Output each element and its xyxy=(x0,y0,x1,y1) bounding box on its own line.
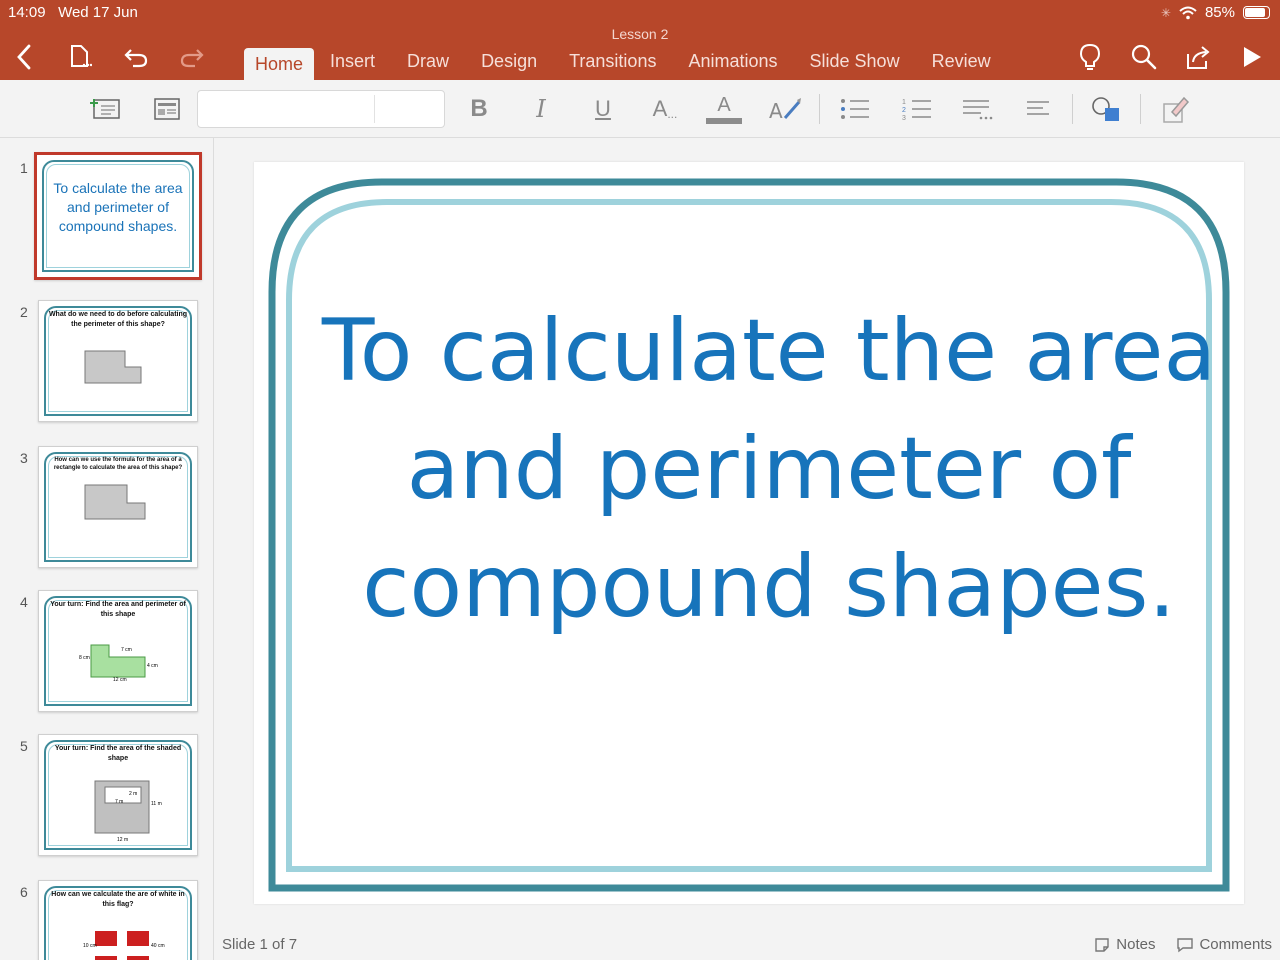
dimension-label: 2 m xyxy=(129,791,138,797)
tab-design[interactable]: Design xyxy=(465,48,553,80)
bullets-icon[interactable] xyxy=(838,92,872,126)
font-size-divider xyxy=(374,95,375,123)
toolbar-divider-3 xyxy=(1140,94,1141,124)
battery-icon xyxy=(1243,6,1270,19)
slide-thumbnail-1[interactable]: To calculate the area and perimeter of c… xyxy=(34,152,202,280)
notes-label: Notes xyxy=(1116,936,1156,953)
numbering-icon[interactable]: 123 xyxy=(900,92,934,126)
tab-animations[interactable]: Animations xyxy=(672,48,793,80)
activity-icon: ✳ xyxy=(1160,5,1171,20)
thumbnail-title: To calculate the area and perimeter of c… xyxy=(53,180,183,234)
thumbnail-title: What do we need to do before calculating… xyxy=(48,311,188,328)
font-selector[interactable] xyxy=(197,90,445,128)
underline-button[interactable]: U xyxy=(588,92,618,126)
tab-insert[interactable]: Insert xyxy=(314,48,391,80)
slide-number: 4 xyxy=(20,594,28,610)
align-left-icon[interactable] xyxy=(1022,92,1054,126)
wifi-icon xyxy=(1179,6,1197,19)
svg-text:3: 3 xyxy=(902,115,906,121)
font-color-button[interactable]: A xyxy=(706,92,742,126)
svg-text:2: 2 xyxy=(902,107,906,114)
flag-shape xyxy=(95,931,149,960)
slide-thumbnail-6[interactable]: How can we calculate the are of white in… xyxy=(38,880,198,960)
slide-thumbnails-panel[interactable]: 1 To calculate the area and perimeter of… xyxy=(0,138,214,960)
compound-shape xyxy=(84,484,146,520)
clear-format-icon[interactable] xyxy=(1156,92,1192,126)
notes-button[interactable]: Notes xyxy=(1094,936,1155,953)
toolbar-divider xyxy=(819,94,820,124)
home-toolbar: B I U A... A A 123 xyxy=(0,80,1280,138)
status-time: 14:09 xyxy=(8,4,46,21)
slide-thumbnail-4[interactable]: Your turn: Find the area and perimeter o… xyxy=(38,590,198,712)
slide-number: 5 xyxy=(20,738,28,754)
italic-button[interactable]: I xyxy=(526,92,556,126)
redo-icon[interactable] xyxy=(178,40,206,74)
dimension-label: 11 m xyxy=(151,801,162,807)
tab-transitions[interactable]: Transitions xyxy=(553,48,672,80)
status-bar-left: 14:09 Wed 17 Jun xyxy=(8,4,138,21)
svg-text:A: A xyxy=(769,99,783,122)
more-dots-icon: ... xyxy=(667,107,678,121)
slide-number: 1 xyxy=(20,160,28,176)
dimension-label: 40 cm xyxy=(151,943,165,949)
play-icon[interactable] xyxy=(1238,40,1266,74)
slide-number: 2 xyxy=(20,304,28,320)
slide-thumbnail-3[interactable]: How can we use the formula for the area … xyxy=(38,446,198,568)
slide-thumbnail-2[interactable]: What do we need to do before calculating… xyxy=(38,300,198,422)
slide-thumbnail-5[interactable]: Your turn: Find the area of the shaded s… xyxy=(38,734,198,856)
dimension-label: 4 cm xyxy=(147,663,158,669)
thumbnail-title: How can we use the formula for the area … xyxy=(53,457,183,471)
thumbnail-title: Your turn: Find the area and perimeter o… xyxy=(50,601,186,618)
font-color-swatch xyxy=(706,118,742,124)
font-size-label: A xyxy=(652,96,668,121)
dimension-label: 10 cm xyxy=(83,943,97,949)
font-size-button[interactable]: A... xyxy=(648,92,682,126)
slide-number: 6 xyxy=(20,884,28,900)
green-l-shape xyxy=(90,644,146,678)
dimension-label: 12 cm xyxy=(113,677,127,683)
thumbnail-title: How can we calculate the are of white in… xyxy=(51,891,185,908)
back-icon[interactable] xyxy=(10,40,38,74)
dimension-label: 7 cm xyxy=(121,647,132,653)
bold-button[interactable]: B xyxy=(464,92,494,126)
lightbulb-icon[interactable] xyxy=(1076,40,1104,74)
slide-indicator: Slide 1 of 7 xyxy=(222,936,298,953)
new-slide-icon[interactable] xyxy=(88,92,122,126)
font-color-label: A xyxy=(717,94,731,116)
svg-text:1: 1 xyxy=(902,99,906,106)
notes-icon xyxy=(1095,937,1109,952)
toolbar-divider-2 xyxy=(1072,94,1073,124)
footer-actions: Notes Comments xyxy=(1094,936,1272,953)
dimension-label: 8 cm xyxy=(79,655,90,661)
format-painter-icon[interactable]: A xyxy=(768,92,804,126)
ribbon-tabs: Home Insert Draw Design Transitions Anim… xyxy=(244,48,1007,80)
paragraph-spacing-icon[interactable] xyxy=(960,92,994,126)
layout-icon[interactable] xyxy=(150,92,184,126)
tab-home[interactable]: Home xyxy=(244,48,315,80)
shapes-icon[interactable] xyxy=(1088,92,1124,126)
tab-slide-show[interactable]: Slide Show xyxy=(794,48,916,80)
status-date: Wed 17 Jun xyxy=(58,4,138,21)
slide-title[interactable]: To calculate the area and perimeter of c… xyxy=(314,292,1224,646)
ribbon: 14:09 Wed 17 Jun ✳ 85% Lesson 2 Home Ins… xyxy=(0,0,1280,80)
slide-canvas[interactable]: To calculate the area and perimeter of c… xyxy=(254,162,1244,904)
thumbnail-title: Your turn: Find the area of the shaded s… xyxy=(54,745,182,762)
tab-review[interactable]: Review xyxy=(916,48,1007,80)
dimension-label: 12 m xyxy=(117,837,129,843)
undo-icon[interactable] xyxy=(122,40,150,74)
shaded-shape xyxy=(94,780,150,834)
dimension-label: 7 m xyxy=(115,799,124,805)
share-icon[interactable] xyxy=(1184,40,1212,74)
slide-number: 3 xyxy=(20,450,28,466)
status-bar-right: ✳ 85% xyxy=(1161,4,1270,21)
search-icon[interactable] xyxy=(1130,40,1158,74)
comments-button[interactable]: Comments xyxy=(1177,936,1272,953)
compound-shape xyxy=(84,350,142,384)
battery-percent: 85% xyxy=(1204,4,1235,21)
comment-icon xyxy=(1177,937,1194,952)
tab-draw[interactable]: Draw xyxy=(391,48,465,80)
file-icon[interactable] xyxy=(66,40,94,74)
comments-label: Comments xyxy=(1199,936,1272,953)
